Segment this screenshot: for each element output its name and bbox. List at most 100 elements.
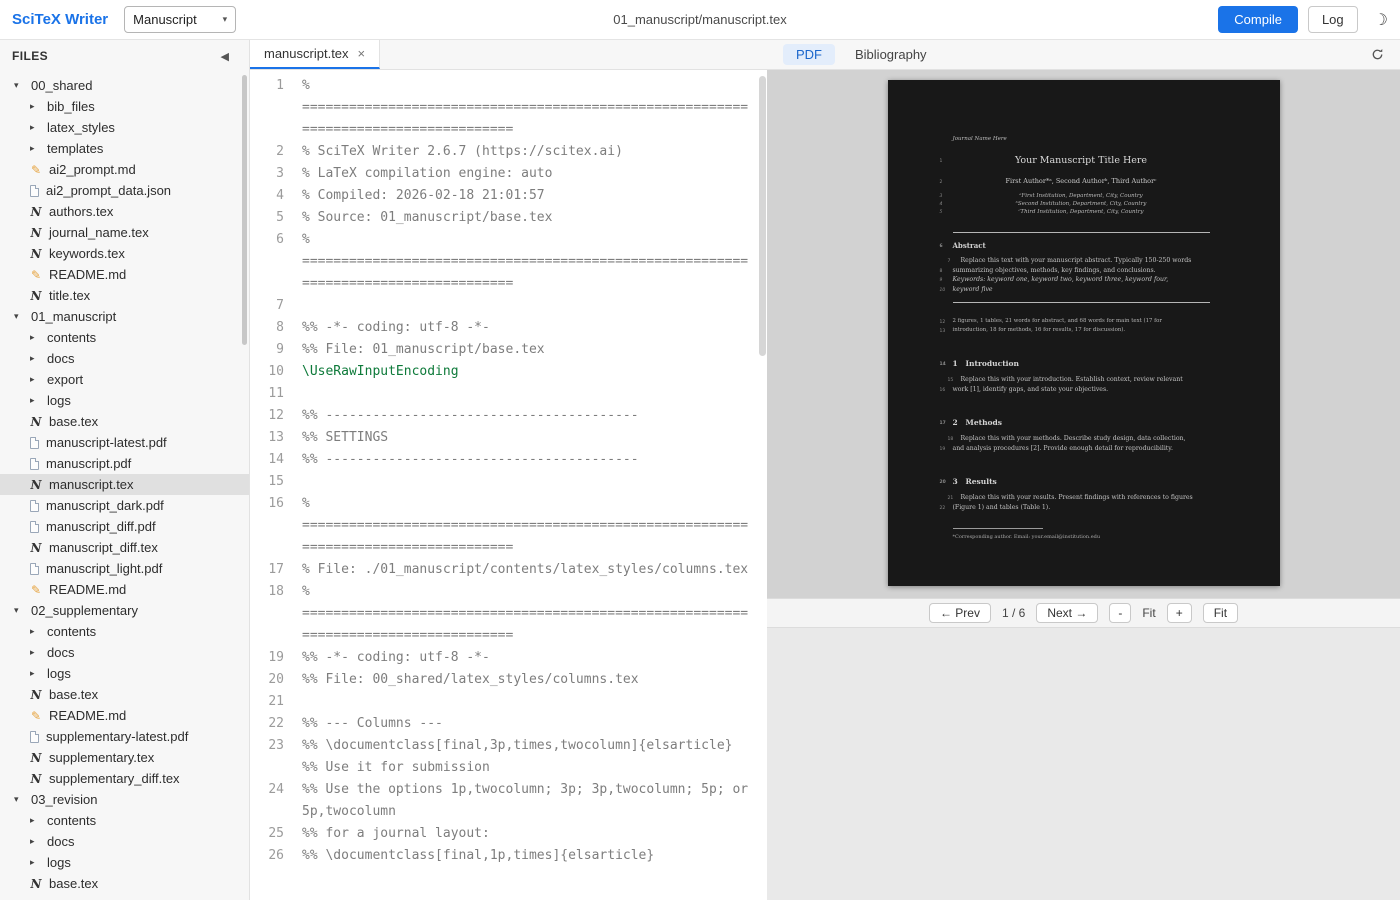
file-tree-item[interactable]: ▸export [0, 369, 249, 390]
folder-closed-icon[interactable]: ▸ [30, 353, 40, 364]
file-tree-item[interactable]: ▸bib_files [0, 96, 249, 117]
folder-closed-icon[interactable]: ▸ [30, 395, 40, 406]
file-tree-item[interactable]: Nbase.tex [0, 684, 249, 705]
code-line[interactable]: 16% ====================================… [250, 493, 767, 559]
file-tree-item[interactable]: Nkeywords.tex [0, 243, 249, 264]
code-line[interactable]: 19%% -*- coding: utf-8 -*- [250, 647, 767, 669]
file-tree-item[interactable]: ✎README.md [0, 264, 249, 285]
code-line[interactable]: 22%% --- Columns --- [250, 713, 767, 735]
file-tree-item[interactable]: ▸logs [0, 663, 249, 684]
file-tree-item[interactable]: ai2_prompt_data.json [0, 180, 249, 201]
log-button[interactable]: Log [1308, 6, 1358, 33]
file-tree-item[interactable]: ▸contents [0, 621, 249, 642]
code-line[interactable]: 26%% \documentclass[final,1p,times]{elsa… [250, 845, 767, 867]
file-tree-item[interactable]: manuscript.pdf [0, 453, 249, 474]
file-tree-item[interactable]: ▸docs [0, 348, 249, 369]
folder-closed-icon[interactable]: ▸ [30, 836, 40, 847]
folder-closed-icon[interactable]: ▸ [30, 374, 40, 385]
file-tree-item[interactable]: ▾03_revision [0, 789, 249, 810]
file-tree-item[interactable]: ▸logs [0, 852, 249, 873]
file-tree-item[interactable]: Nauthors.tex [0, 201, 249, 222]
file-tree-item[interactable]: ▾01_manuscript [0, 306, 249, 327]
tab-bibliography[interactable]: Bibliography [855, 47, 927, 62]
code-line[interactable]: 13%% SETTINGS [250, 427, 767, 449]
code-line[interactable]: 21 [250, 691, 767, 713]
document-selector[interactable]: Manuscript ▾ [124, 6, 236, 33]
file-tree-item[interactable]: ✎ai2_prompt.md [0, 159, 249, 180]
file-tree-item[interactable]: manuscript-latest.pdf [0, 432, 249, 453]
code-line[interactable]: 10\UseRawInputEncoding [250, 361, 767, 383]
code-line[interactable]: 20%% File: 00_shared/latex_styles/column… [250, 669, 767, 691]
next-page-button[interactable]: Next → [1036, 603, 1098, 623]
folder-open-icon[interactable]: ▾ [14, 80, 24, 91]
pdf-viewer[interactable]: Journal Name Here1Your Manuscript Title … [767, 70, 1400, 598]
folder-closed-icon[interactable]: ▸ [30, 815, 40, 826]
file-tree-item[interactable]: ✎README.md [0, 579, 249, 600]
file-tree-item[interactable]: ▸latex_styles [0, 117, 249, 138]
folder-closed-icon[interactable]: ▸ [30, 122, 40, 133]
folder-closed-icon[interactable]: ▸ [30, 857, 40, 868]
code-line[interactable]: 8%% -*- coding: utf-8 -*- [250, 317, 767, 339]
code-line[interactable]: 25%% for a journal layout: [250, 823, 767, 845]
file-tree-item[interactable]: ▸contents [0, 327, 249, 348]
close-icon[interactable]: × [358, 46, 366, 61]
file-tree-item[interactable]: ▸docs [0, 831, 249, 852]
prev-page-button[interactable]: ← Prev [929, 603, 991, 623]
file-tree-item[interactable]: Nbase.tex [0, 411, 249, 432]
folder-closed-icon[interactable]: ▸ [30, 626, 40, 637]
tab-pdf[interactable]: PDF [783, 44, 835, 65]
folder-closed-icon[interactable]: ▸ [30, 647, 40, 658]
code-line[interactable]: 6% =====================================… [250, 229, 767, 295]
code-line[interactable]: 24%% Use the options 1p,twocolumn; 3p; 3… [250, 779, 767, 823]
file-tree-item[interactable]: supplementary-latest.pdf [0, 726, 249, 747]
folder-open-icon[interactable]: ▾ [14, 605, 24, 616]
folder-open-icon[interactable]: ▾ [14, 311, 24, 322]
code-line[interactable]: 4% Compiled: 2026-02-18 21:01:57 [250, 185, 767, 207]
tab-manuscript-tex[interactable]: manuscript.tex × [250, 40, 380, 69]
code-line[interactable]: 9%% File: 01_manuscript/base.tex [250, 339, 767, 361]
dark-mode-toggle-icon[interactable]: ☽ [1374, 10, 1388, 30]
file-tree-item[interactable]: manuscript_diff.pdf [0, 516, 249, 537]
file-tree-item[interactable]: ▸docs [0, 642, 249, 663]
folder-open-icon[interactable]: ▾ [14, 794, 24, 805]
file-tree-item[interactable]: manuscript_light.pdf [0, 558, 249, 579]
code-line[interactable]: 7 [250, 295, 767, 317]
file-tree-item[interactable]: Njournal_name.tex [0, 222, 249, 243]
code-line[interactable]: 5% Source: 01_manuscript/base.tex [250, 207, 767, 229]
editor-scrollbar[interactable] [759, 76, 766, 356]
file-tree-item[interactable]: ✎README.md [0, 705, 249, 726]
file-tree-item[interactable]: Ntitle.tex [0, 285, 249, 306]
compile-button[interactable]: Compile [1218, 6, 1298, 33]
code-line[interactable]: 14%% -----------------------------------… [250, 449, 767, 471]
zoom-out-button[interactable]: - [1109, 603, 1131, 623]
code-line[interactable]: 2% SciTeX Writer 2.6.7 (https://scitex.a… [250, 141, 767, 163]
code-area[interactable]: 1% =====================================… [250, 70, 767, 900]
code-line[interactable]: 3% LaTeX compilation engine: auto [250, 163, 767, 185]
code-line[interactable]: 17% File: ./01_manuscript/contents/latex… [250, 559, 767, 581]
fit-button[interactable]: Fit [1203, 603, 1238, 623]
zoom-in-button[interactable]: + [1167, 603, 1192, 623]
folder-closed-icon[interactable]: ▸ [30, 143, 40, 154]
sidebar-scrollbar[interactable] [242, 75, 247, 345]
file-tree-item[interactable]: ▸templates [0, 138, 249, 159]
file-tree-item[interactable]: ▾00_shared [0, 75, 249, 96]
file-tree-item[interactable]: Nsupplementary_diff.tex [0, 768, 249, 789]
folder-closed-icon[interactable]: ▸ [30, 668, 40, 679]
folder-closed-icon[interactable]: ▸ [30, 101, 40, 112]
file-tree-item[interactable]: Nbase.tex [0, 873, 249, 894]
folder-closed-icon[interactable]: ▸ [30, 332, 40, 343]
code-line[interactable]: 11 [250, 383, 767, 405]
code-line[interactable]: 23%% \documentclass[final,3p,times,twoco… [250, 735, 767, 779]
code-line[interactable]: 12%% -----------------------------------… [250, 405, 767, 427]
refresh-icon[interactable] [1371, 48, 1384, 61]
file-tree-item[interactable]: Nmanuscript_diff.tex [0, 537, 249, 558]
file-tree-item[interactable]: manuscript_dark.pdf [0, 495, 249, 516]
code-line[interactable]: 15 [250, 471, 767, 493]
collapse-sidebar-icon[interactable]: ◀ [221, 50, 229, 63]
code-line[interactable]: 18% ====================================… [250, 581, 767, 647]
file-tree-item[interactable]: ▸contents [0, 810, 249, 831]
code-line[interactable]: 1% =====================================… [250, 75, 767, 141]
file-tree-item[interactable]: Nmanuscript.tex [0, 474, 249, 495]
file-tree-item[interactable]: ▾02_supplementary [0, 600, 249, 621]
file-tree-item[interactable]: ▸logs [0, 390, 249, 411]
